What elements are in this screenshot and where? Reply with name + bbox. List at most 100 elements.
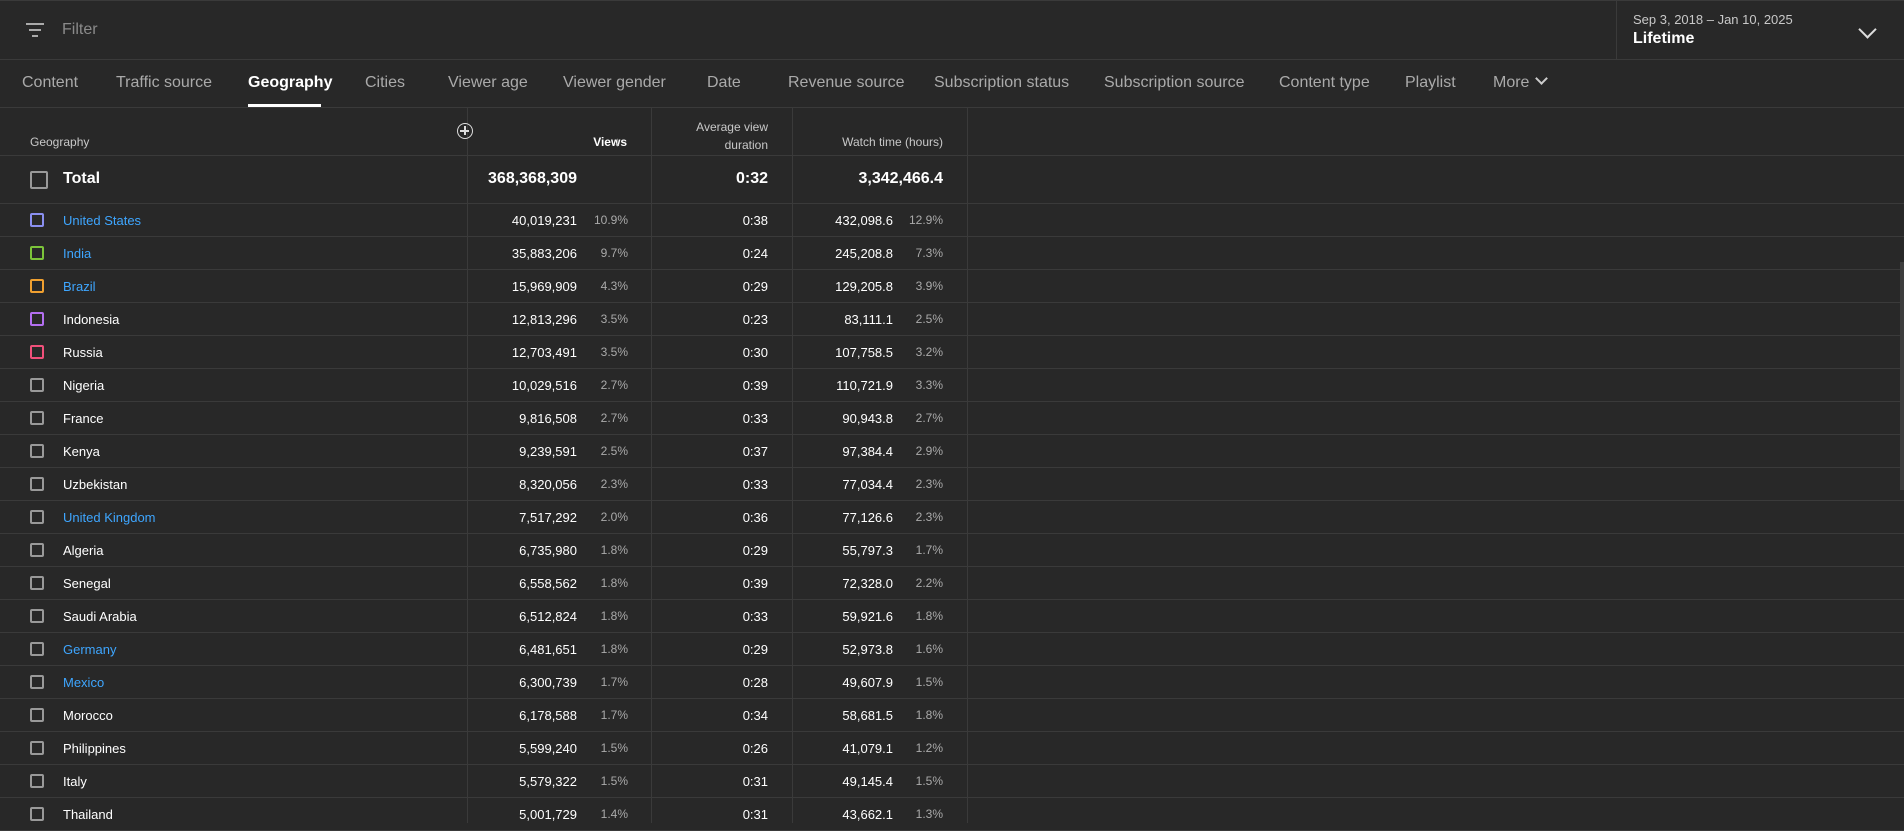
views-value: 5,599,240 [519,741,577,756]
sort-descending-icon[interactable]: ↓ [614,134,621,149]
row-checkbox[interactable] [30,477,44,491]
filter-input[interactable]: Filter [62,21,98,39]
tab-subscription-source[interactable]: Subscription source [1104,74,1245,92]
tab-subscription-status[interactable]: Subscription status [934,74,1069,92]
row-checkbox[interactable] [30,675,44,689]
country-name[interactable]: India [63,246,91,261]
table-row: Brazil 15,969,909 4.3% 0:29 129,205.8 3.9% [0,270,1904,303]
watch-time-percent: 3.3% [915,378,943,392]
header-views[interactable]: Views [593,135,627,149]
watch-time-value: 43,662.1 [842,807,893,822]
table-row: Philippines 5,599,240 1.5% 0:26 41,079.1 1.2% [0,732,1904,765]
watch-time-percent: 2.3% [915,477,943,491]
row-checkbox[interactable] [30,312,44,326]
views-value: 7,517,292 [519,510,577,525]
row-checkbox[interactable] [30,444,44,458]
tab-date[interactable]: Date [707,74,741,92]
row-checkbox[interactable] [30,246,44,260]
row-checkbox[interactable] [30,807,44,821]
country-name: Algeria [63,543,104,558]
views-value: 12,703,491 [511,345,577,360]
date-range-selector[interactable]: Sep 3, 2018 – Jan 10, 2025 Lifetime [1616,1,1904,60]
country-name: Morocco [63,708,113,723]
header-geography[interactable]: Geography [30,135,89,149]
watch-time-value: 77,034.4 [842,477,893,492]
views-percent: 1.7% [600,708,628,722]
watch-time-value: 58,681.5 [842,708,893,723]
table-row: Kenya 9,239,591 2.5% 0:37 97,384.4 2.9% [0,435,1904,468]
row-checkbox[interactable] [30,213,44,227]
total-avd: 0:32 [735,170,768,187]
country-name: Senegal [63,576,111,591]
avd-value: 0:29 [742,543,768,558]
row-checkbox[interactable] [30,609,44,623]
tab-more[interactable]: More [1493,72,1549,92]
country-name: Kenya [63,444,100,459]
row-checkbox[interactable] [30,543,44,557]
row-checkbox[interactable] [30,642,44,656]
avd-value: 0:36 [742,510,768,525]
tab-content[interactable]: Content [22,74,78,92]
views-value: 12,813,296 [511,312,577,327]
watch-time-value: 432,098.6 [835,213,893,228]
row-checkbox[interactable] [30,576,44,590]
row-checkbox[interactable] [30,345,44,359]
row-checkbox[interactable] [30,774,44,788]
views-percent: 2.7% [600,378,628,392]
row-checkbox[interactable] [30,510,44,524]
views-percent: 2.7% [600,411,628,425]
avd-value: 0:23 [742,312,768,327]
table-row: Nigeria 10,029,516 2.7% 0:39 110,721.9 3.3% [0,369,1904,402]
avd-value: 0:28 [742,675,768,690]
avd-value: 0:33 [742,411,768,426]
views-value: 5,001,729 [519,807,577,822]
views-percent: 1.8% [600,576,628,590]
avd-value: 0:30 [742,345,768,360]
date-range-text: Sep 3, 2018 – Jan 10, 2025 [1633,12,1793,27]
tab-viewer-gender[interactable]: Viewer gender [563,74,666,92]
tab-viewer-age[interactable]: Viewer age [448,74,528,92]
views-value: 6,300,739 [519,675,577,690]
watch-time-value: 72,328.0 [842,576,893,591]
filter-icon[interactable] [26,23,44,37]
watch-time-percent: 1.6% [915,642,943,656]
row-checkbox[interactable] [30,411,44,425]
scrollbar[interactable] [1900,262,1904,490]
watch-time-percent: 1.5% [915,774,943,788]
watch-time-value: 129,205.8 [835,279,893,294]
table-row: Uzbekistan 8,320,056 2.3% 0:33 77,034.4 2.3% [0,468,1904,501]
tab-cities[interactable]: Cities [365,74,405,92]
views-value: 9,816,508 [519,411,577,426]
country-name[interactable]: Brazil [63,279,96,294]
table-row: Saudi Arabia 6,512,824 1.8% 0:33 59,921.6 1.8… [0,600,1904,633]
row-checkbox[interactable] [30,279,44,293]
add-column-icon[interactable] [457,123,473,139]
header-watch-time[interactable]: Watch time (hours) [800,135,943,149]
views-percent: 10.9% [593,213,628,227]
row-checkbox[interactable] [30,708,44,722]
table-row: Russia 12,703,491 3.5% 0:30 107,758.5 3.2% [0,336,1904,369]
tab-content-type[interactable]: Content type [1279,74,1370,92]
tab-geography[interactable]: Geography [248,74,332,92]
country-name: Uzbekistan [63,477,128,492]
total-checkbox[interactable] [30,171,48,189]
tab-revenue-source[interactable]: Revenue source [788,74,905,92]
header-average-view-duration[interactable]: Average view duration [660,118,768,154]
date-range-label: Lifetime [1633,30,1695,47]
watch-time-percent: 2.2% [915,576,943,590]
country-name[interactable]: Germany [63,642,116,657]
views-percent: 2.5% [600,444,628,458]
tab-playlist[interactable]: Playlist [1405,74,1456,92]
country-name: Thailand [63,807,113,822]
tab-traffic-source[interactable]: Traffic source [116,74,212,92]
watch-time-value: 49,607.9 [842,675,893,690]
country-name[interactable]: Mexico [63,675,104,690]
watch-time-percent: 2.9% [915,444,943,458]
tab-more-label: More [1493,74,1530,91]
views-percent: 1.5% [600,741,628,755]
row-checkbox[interactable] [30,741,44,755]
watch-time-value: 83,111.1 [844,312,893,327]
country-name[interactable]: United Kingdom [63,510,156,525]
row-checkbox[interactable] [30,378,44,392]
country-name[interactable]: United States [63,213,141,228]
